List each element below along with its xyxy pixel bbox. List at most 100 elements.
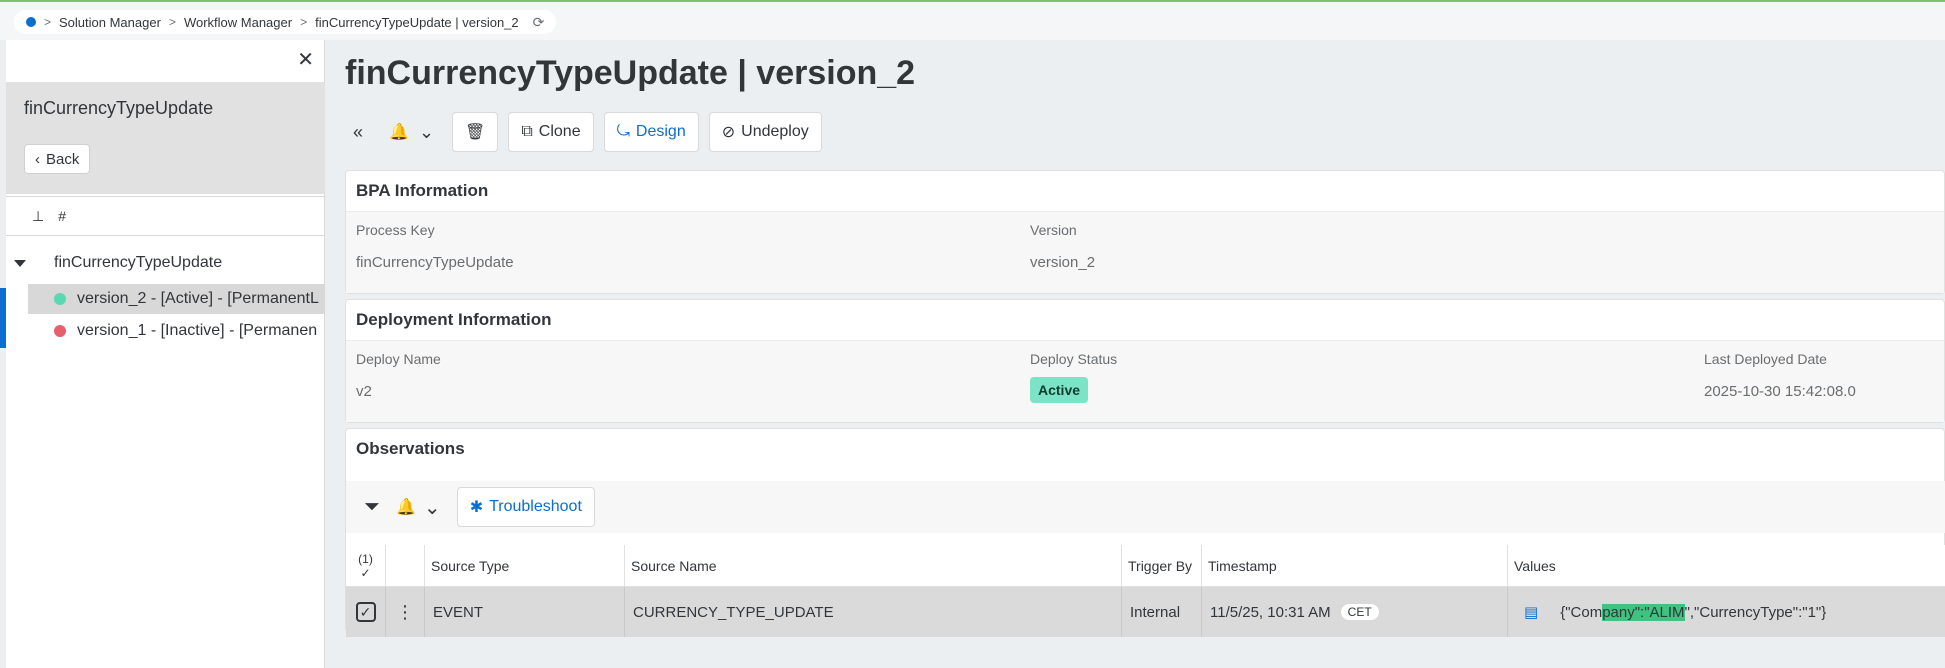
menu-header (386, 545, 425, 587)
table-header-row: (1) ✓ Source Type Source Name Trigger By… (346, 545, 1945, 587)
cell-timestamp: 11/5/25, 10:31 AM CET (1202, 587, 1508, 637)
deploy-name-label: Deploy Name (356, 351, 441, 367)
undeploy-label: Undeploy (741, 123, 809, 140)
timestamp-text: 11/5/25, 10:31 AM (1210, 603, 1331, 621)
observations-table: (1) ✓ Source Type Source Name Trigger By… (346, 545, 1945, 637)
grid-icon[interactable]: # (58, 208, 66, 224)
process-key-value: finCurrencyTypeUpdate (356, 254, 514, 271)
filter-button[interactable]: ⏷ (364, 496, 380, 519)
chevron-left-icon: ‹ (35, 150, 40, 168)
back-button[interactable]: ‹ Back (24, 144, 91, 174)
panel-toolbar: ⊥ # (6, 196, 325, 236)
status-dot-icon (54, 293, 66, 305)
pin-icon[interactable]: ⊥ (32, 208, 44, 225)
observations-toolbar: ⏷ 🔔 ⌄ ✱ Troubleshoot (346, 481, 1945, 533)
bpa-info-title: BPA Information (356, 181, 489, 200)
check-icon: ✓ (360, 565, 371, 580)
values-text-highlight: pany":"ALIM (1602, 603, 1685, 621)
row-checkbox[interactable]: ✓ (346, 587, 386, 637)
col-source-type[interactable]: Source Type (425, 545, 625, 587)
undeploy-button[interactable]: ⊘ Undeploy (708, 112, 822, 152)
troubleshoot-label: Troubleshoot (489, 498, 582, 515)
notifications-button[interactable]: 🔔 ⌄ (381, 112, 442, 152)
breadcrumb-workflow-manager[interactable]: Workflow Manager (184, 15, 292, 30)
tree-item-version-1[interactable]: version_1 - [Inactive] - [Permanen (28, 316, 325, 346)
process-key-label: Process Key (356, 222, 435, 238)
design-label: Design (635, 123, 686, 140)
timezone-badge: CET (1340, 604, 1379, 620)
cell-source-type: EVENT (425, 587, 625, 637)
tree-item-version-2[interactable]: version_2 - [Active] - [PermanentL (28, 284, 325, 314)
collapse-button[interactable]: « (345, 112, 371, 152)
copy-icon: ⧉ (521, 123, 533, 140)
trash-icon: 🗑 (465, 124, 486, 141)
col-values[interactable]: Values (1508, 545, 1945, 587)
left-panel: ✕ finCurrencyTypeUpdate ‹ Back ⊥ # finCu… (6, 40, 325, 668)
col-source-name[interactable]: Source Name (625, 545, 1122, 587)
double-chevron-left-icon: « (353, 121, 364, 142)
deployment-info-card: Deployment Information Deploy Name v2 De… (345, 299, 1945, 423)
action-toolbar: « 🔔 ⌄ 🗑 ⧉ Clone ⤿ Design ⊘ Undeploy (345, 112, 822, 152)
status-badge: Active (1030, 377, 1089, 403)
values-text-pre: {"Com (1560, 603, 1603, 621)
more-vertical-icon: ⋮ (396, 601, 414, 622)
breadcrumb: > Solution Manager > Workflow Manager > … (14, 10, 557, 34)
workflow-icon: ⤿ (616, 123, 630, 140)
bell-icon: 🔔 (396, 499, 416, 516)
undeploy-icon: ⊘ (721, 124, 736, 141)
check-icon: ✓ (355, 602, 376, 622)
tree-item-label: version_1 - [Inactive] - [Permanen (77, 322, 318, 339)
cell-source-name: CURRENCY_TYPE_UPDATE (625, 587, 1122, 637)
breadcrumb-solution-manager[interactable]: Solution Manager (59, 15, 161, 30)
tree-root[interactable]: finCurrencyTypeUpdate (6, 246, 325, 280)
document-icon[interactable]: ▤ (1524, 603, 1538, 621)
row-menu-button[interactable]: ⋮ (386, 587, 425, 637)
delete-button[interactable]: 🗑 (452, 112, 499, 152)
bpa-info-card: BPA Information Process Key finCurrencyT… (345, 170, 1945, 294)
design-button[interactable]: ⤿ Design (603, 112, 699, 152)
cell-trigger-by: Internal (1122, 587, 1202, 637)
version-value: version_2 (1030, 254, 1096, 271)
col-trigger-by[interactable]: Trigger By (1122, 545, 1202, 587)
panel-title: finCurrencyTypeUpdate (24, 98, 214, 118)
troubleshoot-button[interactable]: ✱ Troubleshoot (456, 487, 595, 527)
table-row[interactable]: ✓ ⋮ EVENT CURRENCY_TYPE_UPDATE Internal … (346, 587, 1945, 637)
caret-down-icon[interactable] (14, 259, 26, 267)
select-count: (1) (358, 551, 373, 566)
chevron-right-icon: > (44, 15, 52, 29)
notifications-button[interactable]: 🔔 ⌄ (396, 495, 441, 520)
chevron-right-icon: > (168, 15, 176, 29)
deploy-status-label: Deploy Status (1030, 351, 1118, 367)
deployment-info-title: Deployment Information (356, 310, 552, 329)
last-deployed-label: Last Deployed Date (1704, 351, 1827, 367)
bug-icon: ✱ (469, 499, 484, 516)
chevron-down-icon: ⌄ (418, 121, 435, 142)
select-all-header[interactable]: (1) ✓ (346, 545, 386, 587)
cell-values: ▤ {"Com pany":"ALIM ","CurrencyType":"1"} (1508, 587, 1945, 637)
bpa-info-body: Process Key finCurrencyTypeUpdate Versio… (346, 211, 1944, 293)
home-icon[interactable] (26, 17, 36, 27)
last-deployed-value: 2025-10-30 15:42:08.0 (1704, 383, 1856, 400)
top-bar: > Solution Manager > Workflow Manager > … (0, 0, 1945, 40)
chevron-right-icon: > (300, 15, 308, 29)
col-timestamp[interactable]: Timestamp (1202, 545, 1508, 587)
observations-title: Observations (356, 439, 465, 458)
chevron-down-icon: ⌄ (423, 496, 441, 519)
deployment-info-body: Deploy Name v2 Deploy Status Active Last… (346, 340, 1944, 422)
clone-button[interactable]: ⧉ Clone (508, 112, 594, 152)
tree-item-label: version_2 - [Active] - [PermanentL (77, 290, 319, 307)
tree-root-label: finCurrencyTypeUpdate (54, 254, 223, 271)
main-content: finCurrencyTypeUpdate | version_2 « 🔔 ⌄ … (326, 40, 1945, 668)
bell-icon: 🔔 (389, 124, 409, 141)
status-dot-icon (54, 325, 66, 337)
close-icon[interactable]: ✕ (297, 50, 314, 70)
filter-icon: ⏷ (364, 495, 380, 518)
deploy-name-value: v2 (356, 383, 372, 400)
breadcrumb-current: finCurrencyTypeUpdate | version_2 (315, 14, 519, 30)
page-title: finCurrencyTypeUpdate | version_2 (345, 54, 916, 92)
refresh-icon[interactable]: ⟳ (533, 14, 545, 31)
observations-card: Observations ⏷ 🔔 ⌄ ✱ Troubleshoot (1) ✓ (345, 428, 1945, 637)
version-label: Version (1030, 222, 1077, 238)
clone-label: Clone (538, 123, 581, 140)
values-text-post: ","CurrencyType":"1"} (1684, 603, 1827, 621)
